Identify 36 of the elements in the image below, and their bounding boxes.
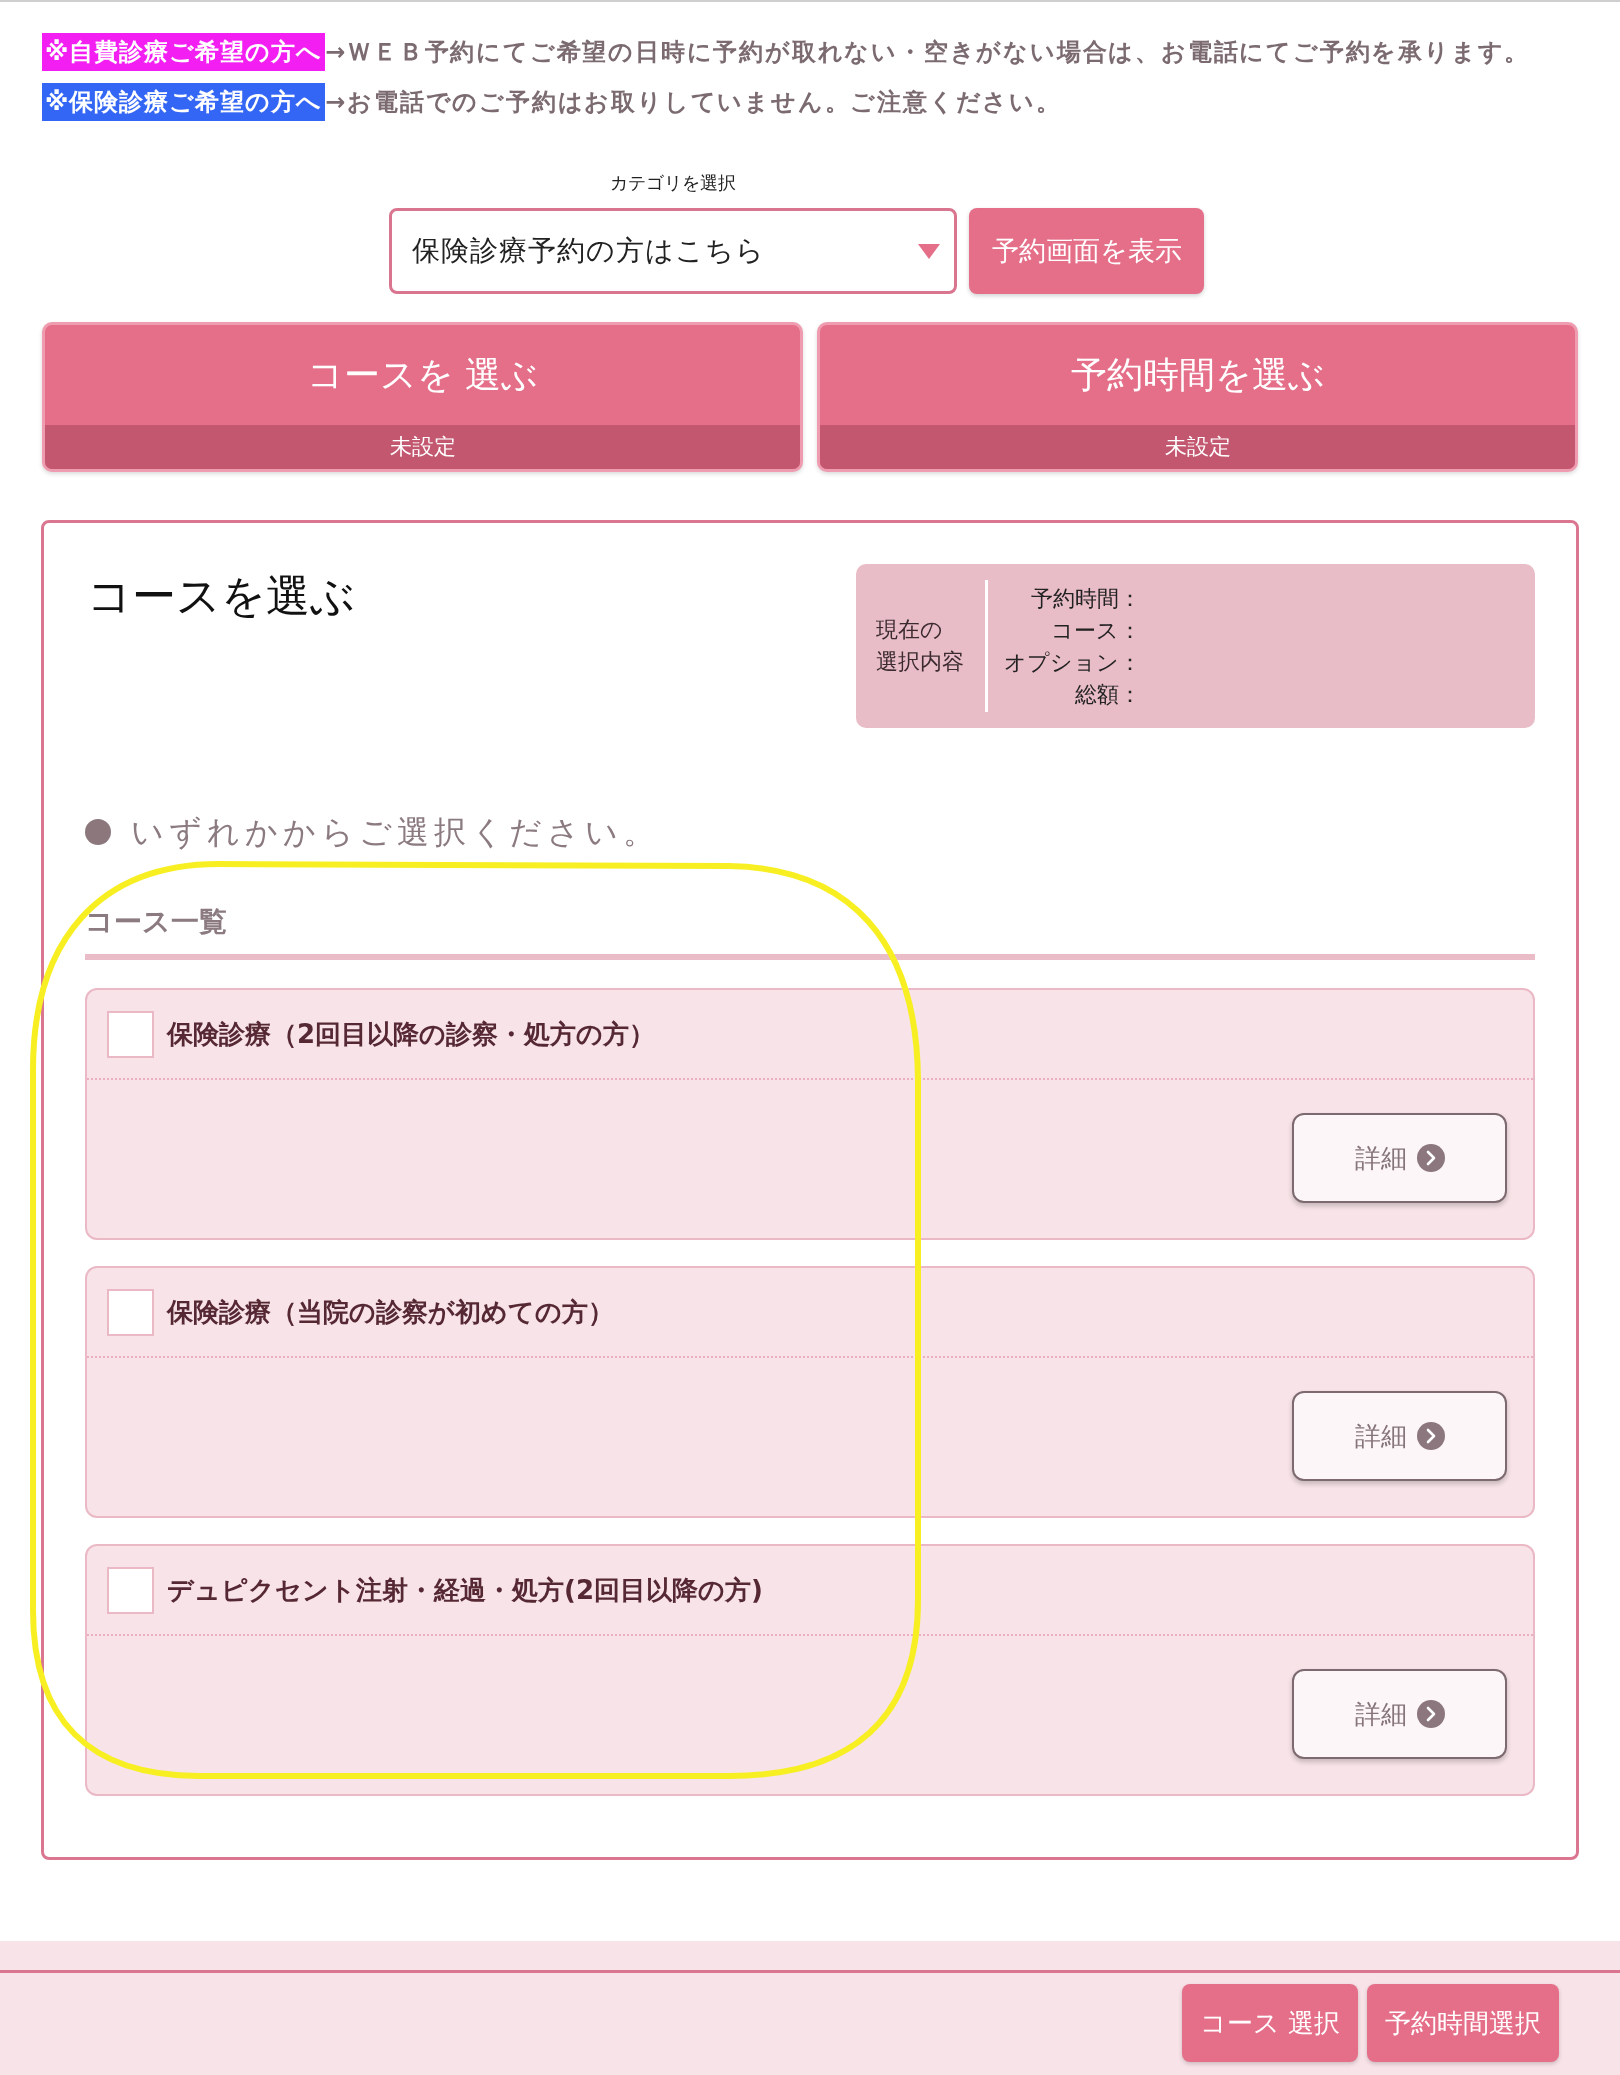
notice-text: →お電話でのご予約はお取りしていません。ご注意ください。 bbox=[325, 87, 1062, 118]
detail-button[interactable]: 詳細 bbox=[1292, 1669, 1507, 1759]
course-name: 保険診療（2回目以降の診察・処方の方） bbox=[167, 1018, 656, 1051]
detail-button[interactable]: 詳細 bbox=[1292, 1113, 1507, 1203]
summary-heading: 選択内容 bbox=[876, 648, 964, 676]
notice-label: ※保険診療ご希望の方へ bbox=[42, 83, 326, 121]
summary-label: オプション： bbox=[1004, 649, 1141, 677]
chevron-icon bbox=[1416, 1422, 1445, 1450]
course-name: デュピクセント注射・経過・処方(2回目以降の方) bbox=[167, 1574, 763, 1607]
summary-heading: 現在の bbox=[876, 616, 943, 644]
chevron-icon bbox=[1416, 1144, 1445, 1172]
step-tab[interactable]: コースを 選ぶ 未設定 bbox=[42, 322, 803, 472]
panel-title: コースを選ぶ bbox=[87, 569, 355, 623]
instruction-text: いずれかからご選択ください。 bbox=[131, 812, 660, 853]
summary-label: 総額： bbox=[1075, 681, 1141, 709]
summary-label: 予約時間： bbox=[1031, 585, 1141, 613]
notice-text: →ＷＥＢ予約にてご希望の日時に予約が取れない・空きがない場合は、お電話にてご予約を承ります。 bbox=[325, 37, 1531, 68]
checkbox[interactable] bbox=[107, 1010, 154, 1058]
category-select[interactable]: 保険診療予約の方はこちら bbox=[389, 208, 957, 294]
checkbox[interactable] bbox=[107, 1288, 154, 1336]
step-status: 未設定 bbox=[45, 425, 800, 469]
checkbox[interactable] bbox=[107, 1566, 154, 1614]
caret-icon bbox=[918, 243, 940, 259]
step-tab[interactable]: 予約時間を選ぶ 未設定 bbox=[817, 322, 1578, 472]
notice-label: ※自費診療ご希望の方へ bbox=[42, 33, 326, 71]
footer-button[interactable]: コース 選択 bbox=[1181, 1984, 1358, 2062]
category-label: カテゴリを選択 bbox=[610, 171, 736, 195]
summary-label: コース： bbox=[1051, 617, 1141, 645]
list-heading: コース一覧 bbox=[85, 904, 228, 940]
course-name: 保険診療（当院の診察が初めての方） bbox=[167, 1296, 614, 1329]
bullet-icon bbox=[85, 819, 111, 845]
chevron-icon bbox=[1416, 1700, 1445, 1728]
detail-button[interactable]: 詳細 bbox=[1292, 1391, 1507, 1481]
show-button[interactable]: 予約画面を表示 bbox=[969, 208, 1204, 294]
footer-button[interactable]: 予約時間選択 bbox=[1367, 1984, 1559, 2062]
step-status: 未設定 bbox=[820, 425, 1575, 469]
